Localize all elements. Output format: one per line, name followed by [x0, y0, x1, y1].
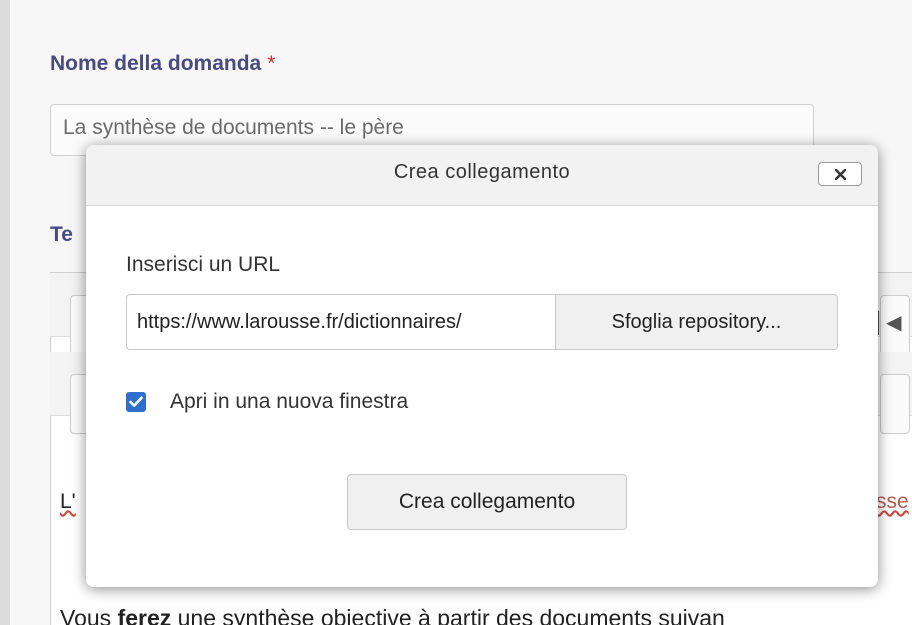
dialog-title: Crea collegamento	[393, 161, 571, 183]
editor-text-start: Vous	[60, 605, 118, 625]
url-label: Inserisci un URL	[126, 253, 281, 276]
browse-repositories-button[interactable]: Sfoglia repository...	[555, 294, 838, 350]
url-input[interactable]	[126, 294, 556, 350]
question-name-label: Nome della domanda *	[50, 52, 275, 76]
required-marker: *	[267, 52, 276, 75]
create-link-dialog: Crea collegamento Inserisci un URL Sfogl…	[86, 145, 878, 587]
close-icon	[835, 169, 846, 180]
close-button[interactable]	[818, 162, 862, 186]
checkmark-icon	[129, 396, 143, 407]
create-link-button[interactable]: Crea collegamento	[347, 474, 627, 530]
open-new-window-label[interactable]: Apri in una nuova finestra	[170, 390, 408, 414]
question-text-label: Te	[50, 223, 73, 246]
editor-text-rest: une synthèse objective à partir des docu…	[171, 605, 725, 625]
page-left-border	[0, 0, 10, 625]
dialog-header: Crea collegamento	[86, 145, 878, 206]
editor-text-line-1: L'	[60, 490, 76, 514]
editor-text-line-2: Vous ferez une synthèse objective à part…	[60, 605, 725, 625]
editor-text-bold: ferez	[117, 605, 172, 625]
toolbar-button[interactable]	[880, 374, 910, 434]
editor-text-link-fragment: sse	[876, 490, 909, 513]
open-new-window-checkbox[interactable]	[126, 392, 146, 412]
editor-text-fragment: L'	[60, 490, 76, 513]
question-name-label-text: Nome della domanda	[50, 52, 262, 75]
